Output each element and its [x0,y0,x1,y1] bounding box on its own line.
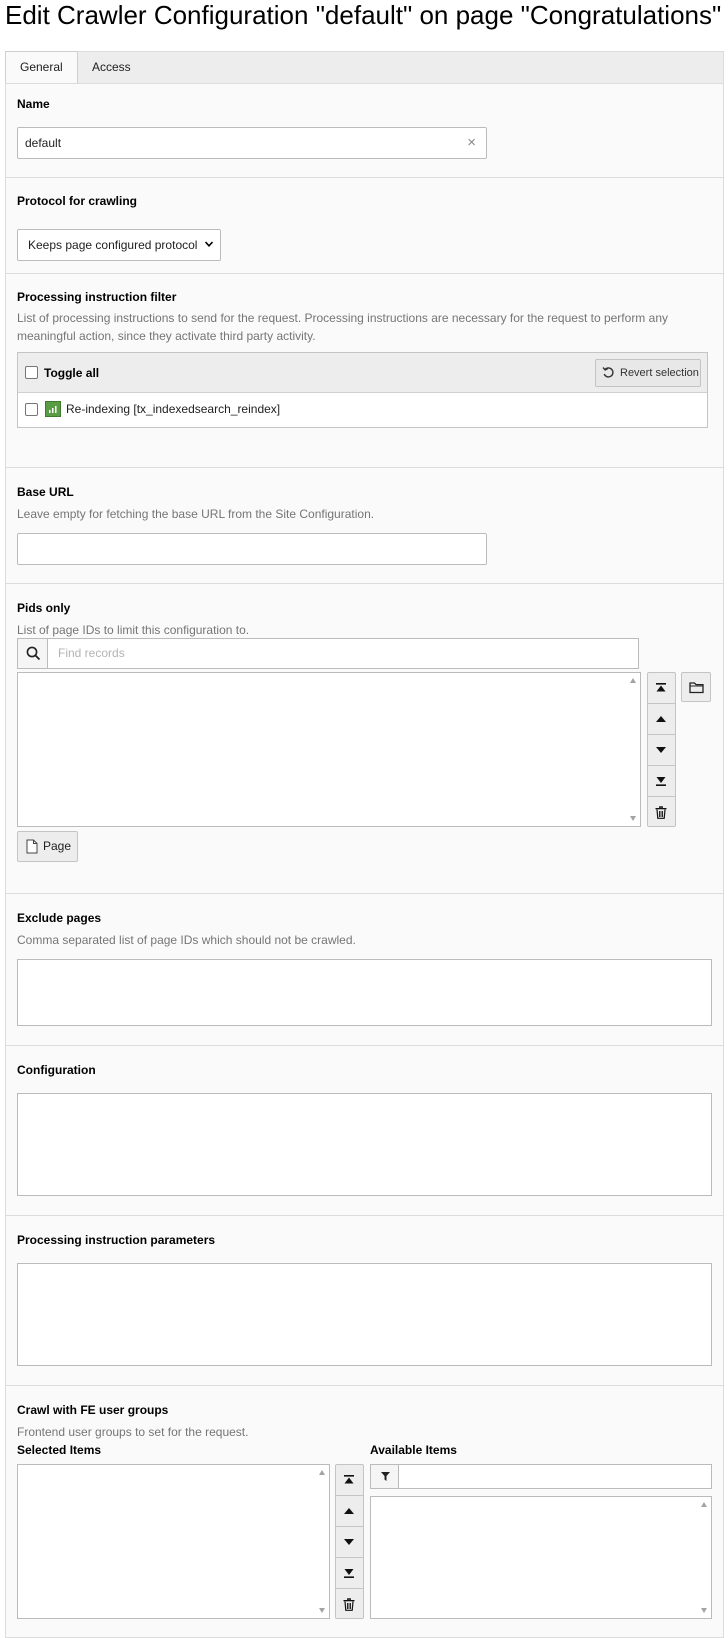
remove-button[interactable] [336,1589,363,1620]
page-button-label: Page [43,839,72,853]
fe-groups-label: Crawl with FE user groups [17,1403,169,1417]
fe-groups-available-list[interactable] [370,1496,712,1619]
move-up-button[interactable] [648,704,675,735]
page-icon [26,839,38,854]
divider [5,1215,724,1216]
base-url-label: Base URL [17,485,74,499]
divider [5,177,724,178]
move-down-button[interactable] [336,1527,363,1558]
configuration-textarea[interactable] [17,1093,712,1196]
pi-filter-list: Toggle all Revert selection Re-indexing … [17,352,708,428]
find-records-input[interactable]: Find records [58,639,125,668]
pi-filter-label: Processing instruction filter [17,290,177,304]
revert-icon [602,367,614,378]
base-url-input[interactable] [17,533,487,565]
reindexing-checkbox[interactable] [25,403,38,416]
divider [5,1385,724,1386]
available-items-label: Available Items [370,1443,457,1457]
remove-button[interactable] [648,797,675,828]
name-input[interactable]: default × [17,127,487,159]
clear-icon[interactable]: × [467,128,476,158]
exclude-pages-label: Exclude pages [17,911,102,925]
move-down-icon [656,747,666,753]
toggle-all-label: Toggle all [44,366,100,380]
fe-groups-controls [335,1464,364,1619]
scroll-down-arrow[interactable] [319,1608,325,1613]
move-up-icon [344,1508,354,1514]
divider [5,467,724,468]
move-top-button[interactable] [648,673,675,704]
reindexing-label: Re-indexing [tx_indexedsearch_reindex] [66,402,281,416]
reindex-icon [45,401,61,417]
move-top-icon [344,1475,354,1484]
name-label: Name [17,97,50,111]
protocol-select-value: Keeps page configured protocol [28,238,198,252]
page-title: Edit Crawler Configuration "default" on … [5,0,722,30]
pi-filter-description: List of processing instructions to send … [17,311,668,343]
exclude-pages-textarea[interactable] [17,959,712,1026]
divider [5,893,724,894]
base-url-description: Leave empty for fetching the base URL fr… [17,507,375,521]
scroll-down-arrow[interactable] [630,816,636,821]
protocol-select[interactable]: Keeps page configured protocol [17,229,221,261]
tab-access[interactable]: Access [78,52,145,84]
trash-icon [343,1598,355,1611]
configuration-label: Configuration [17,1063,96,1077]
toggle-all-row: Toggle all Revert selection [18,353,707,393]
pids-only-label: Pids only [17,601,71,615]
move-down-icon [344,1539,354,1545]
move-bottom-icon [656,777,666,786]
pi-parameters-textarea[interactable] [17,1263,712,1366]
move-top-icon [656,683,666,692]
search-icon [18,639,48,668]
move-bottom-button[interactable] [648,766,675,797]
exclude-pages-description: Comma separated list of page IDs which s… [17,933,356,947]
scroll-up-arrow[interactable] [701,1502,707,1507]
pids-selected-list[interactable] [17,672,641,827]
pids-controls [647,672,676,827]
move-bottom-button[interactable] [336,1558,363,1589]
fe-groups-description: Frontend user groups to set for the requ… [17,1425,249,1439]
chevron-down-icon [205,241,213,247]
revert-selection-button[interactable]: Revert selection [595,359,701,387]
protocol-label: Protocol for crawling [17,194,138,208]
revert-selection-label: Revert selection [620,367,699,379]
tab-general[interactable]: General [5,51,78,84]
toggle-all-checkbox[interactable] [25,366,38,379]
move-down-button[interactable] [648,735,675,766]
available-filter-field[interactable] [370,1464,712,1489]
pids-only-description: List of page IDs to limit this configura… [17,623,250,637]
page-button[interactable]: Page [17,831,78,862]
selected-items-label: Selected Items [17,1443,102,1457]
tab-bar: General Access [5,51,724,84]
pi-parameters-label: Processing instruction parameters [17,1233,216,1247]
browse-records-button[interactable] [681,672,711,702]
scroll-up-arrow[interactable] [319,1470,325,1475]
folder-icon [689,682,704,694]
move-up-icon [656,716,666,722]
scroll-down-arrow[interactable] [701,1608,707,1613]
move-bottom-icon [344,1569,354,1578]
fe-groups-selected-list[interactable] [17,1464,330,1619]
find-records-field: Find records [17,638,639,669]
scroll-up-arrow[interactable] [630,678,636,683]
name-input-value: default [25,136,62,150]
move-top-button[interactable] [336,1465,363,1496]
divider [5,1045,724,1046]
move-up-button[interactable] [336,1496,363,1527]
filter-icon [371,1465,399,1488]
divider [5,583,724,584]
trash-icon [655,806,667,819]
divider [5,273,724,274]
